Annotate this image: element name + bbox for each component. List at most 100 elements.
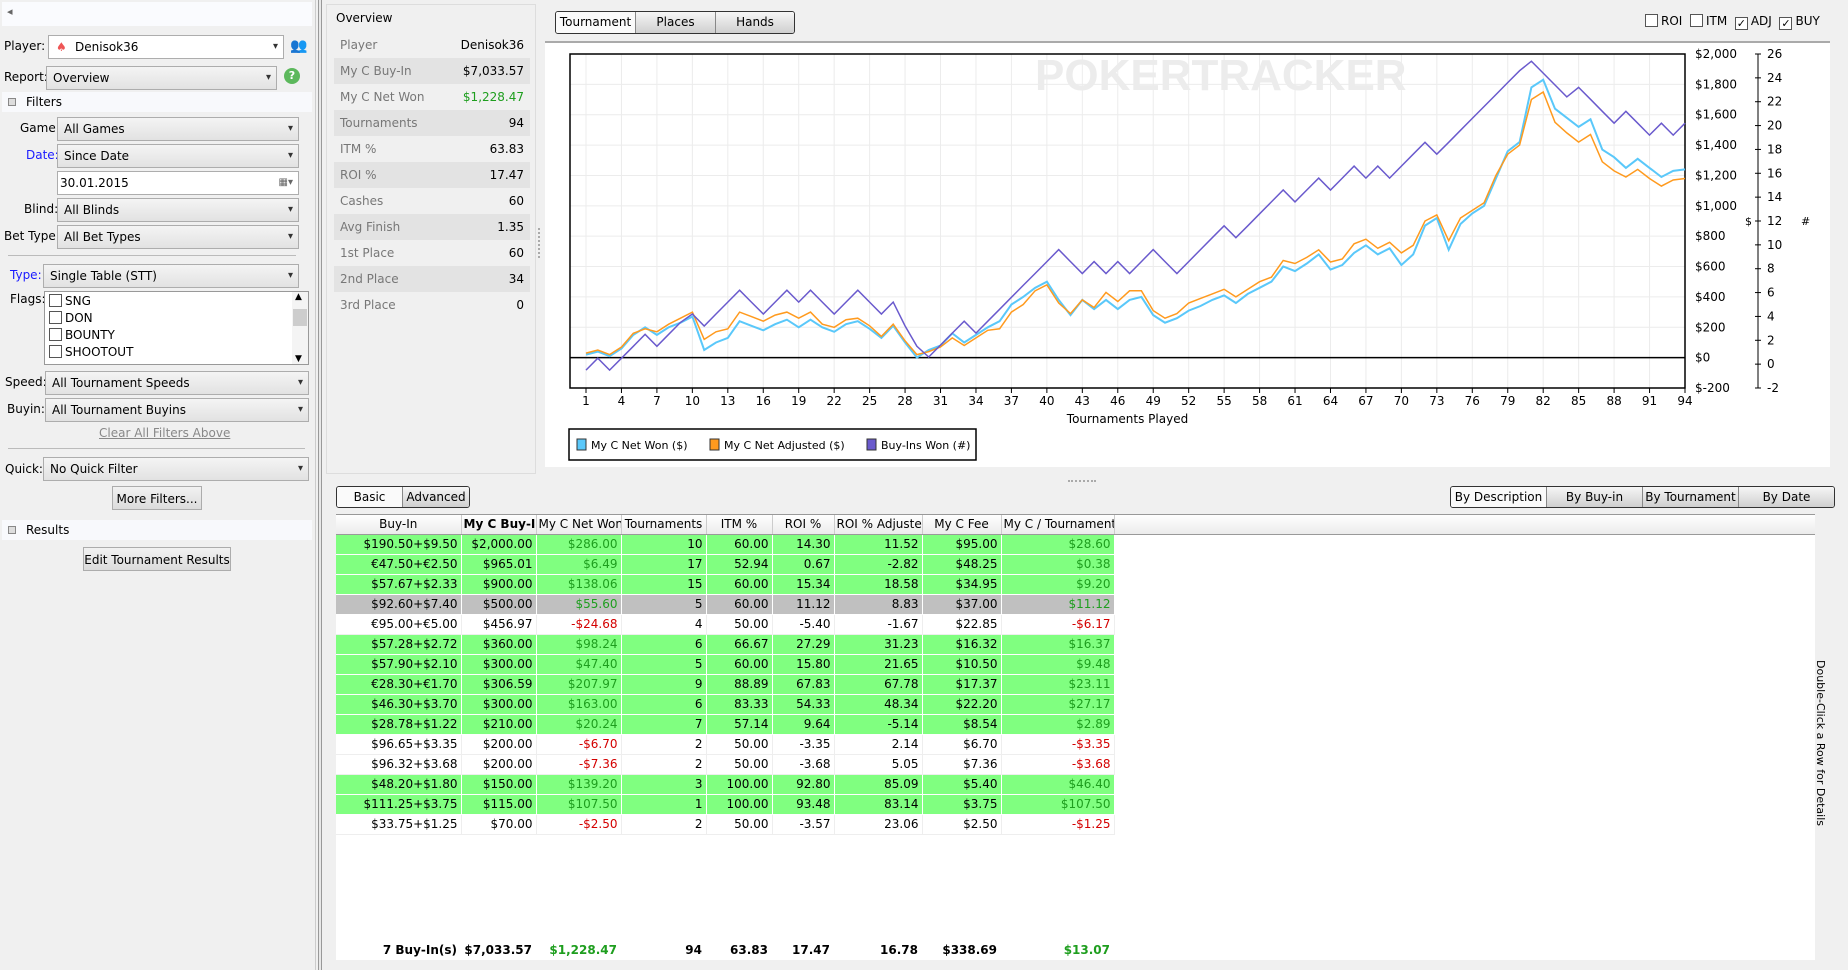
divider (8, 448, 305, 449)
flags-scrollbar[interactable]: ▲ ▼ (292, 292, 308, 364)
table-cell: -2.82 (834, 554, 923, 575)
x-tick-label: 94 (1677, 394, 1692, 408)
table-cell: 50.00 (706, 734, 773, 755)
flags-list[interactable]: SNG DON BOUNTY SHOOTOUT ▲ ▼ (44, 291, 309, 365)
player-select[interactable]: ♠ Denisok36 ▾ (48, 35, 284, 59)
table-row[interactable]: $57.67+$2.33 $900.00 $138.06 15 60.00 15.34 18… (336, 574, 1115, 595)
players-icon[interactable]: 👥 (290, 38, 307, 54)
checkbox[interactable] (49, 328, 62, 341)
tab-by-date[interactable]: By Date (1739, 487, 1834, 507)
more-filters-button[interactable]: More Filters... (112, 486, 202, 510)
table-row[interactable]: $28.78+$1.22 $210.00 $20.24 7 57.14 9.64 -5.14… (336, 714, 1115, 735)
table-row[interactable]: $57.90+$2.10 $300.00 $47.40 5 60.00 15.80 21.6… (336, 654, 1115, 675)
scroll-thumb[interactable] (293, 309, 307, 326)
table-row[interactable]: $46.30+$3.70 $300.00 $163.00 6 83.33 54.33 48.… (336, 694, 1115, 715)
legend-label: Buy-Ins Won (#) (881, 439, 970, 452)
table-cell: 15.80 (772, 654, 835, 675)
calendar-icon[interactable]: ▦▾ (279, 172, 293, 194)
horizontal-splitter-handle[interactable] (1068, 480, 1096, 482)
table-row[interactable]: $190.50+$9.50 $2,000.00 $286.00 10 60.00 14.3… (336, 534, 1115, 555)
collapse-box-icon[interactable] (8, 526, 16, 534)
collapse-box-icon[interactable] (8, 98, 16, 106)
sidebar-collapse-bar[interactable]: ◂ (2, 2, 312, 26)
table-row[interactable]: €95.00+€5.00 $456.97 -$24.68 4 50.00 -5.40 -1.… (336, 614, 1115, 635)
checkbox[interactable] (49, 345, 62, 358)
type-select[interactable]: Single Table (STT) ▾ (43, 264, 299, 288)
column-header[interactable]: ITM % (706, 515, 773, 535)
table-row[interactable]: €28.30+€1.70 $306.59 $207.97 9 88.89 67.83 67.… (336, 674, 1115, 695)
results-section-header[interactable]: Results (2, 520, 312, 540)
table-cell: 23.06 (834, 814, 923, 835)
game-value: All Games (64, 122, 125, 136)
x-tick-label: 22 (827, 394, 842, 408)
checkbox[interactable] (49, 294, 62, 307)
speed-select[interactable]: All Tournament Speeds ▾ (45, 371, 309, 395)
flag-label: SNG (65, 294, 91, 308)
table-row[interactable]: $96.32+$3.68 $200.00 -$7.36 2 50.00 -3.68 5.05… (336, 754, 1115, 775)
blind-select[interactable]: All Blinds ▾ (57, 198, 299, 222)
help-icon[interactable]: ? (284, 68, 300, 84)
scroll-up-icon[interactable]: ▲ (295, 292, 302, 302)
date-input[interactable]: 30.01.2015 ▦▾ (57, 171, 299, 195)
game-select[interactable]: All Games ▾ (57, 117, 299, 141)
overview-row-label: Avg Finish (340, 220, 401, 234)
x-tick-label: 91 (1642, 394, 1657, 408)
table-cell: $300.00 (461, 654, 537, 675)
flag-don[interactable]: DON (49, 311, 93, 325)
report-select[interactable]: Overview ▾ (46, 66, 277, 90)
bettype-select[interactable]: All Bet Types ▾ (57, 225, 299, 249)
flag-sng[interactable]: SNG (49, 294, 91, 308)
table-cell: -$2.50 (536, 814, 622, 835)
collapse-arrow-icon[interactable]: ◂ (7, 5, 13, 18)
quick-filter-select[interactable]: No Quick Filter ▾ (43, 457, 309, 481)
table-cell: $200.00 (461, 754, 537, 775)
table-row[interactable]: $57.28+$2.72 $360.00 $98.24 6 66.67 27.29 31.2… (336, 634, 1115, 655)
table-cell: $11.12 (1001, 594, 1115, 615)
column-header[interactable]: ROI % (772, 515, 835, 535)
table-cell: $17.37 (922, 674, 1002, 695)
table-cell: $456.97 (461, 614, 537, 635)
table-row[interactable]: $111.25+$3.75 $115.00 $107.50 1 100.00 93.48 8… (336, 794, 1115, 815)
column-header[interactable]: My C Net Won (536, 515, 622, 535)
flag-shootout[interactable]: SHOOTOUT (49, 345, 133, 359)
column-header[interactable]: ROI % Adjusted (834, 515, 923, 535)
y-tick-label-dollar: $1,200 (1695, 168, 1737, 182)
checkbox[interactable] (49, 311, 62, 324)
flag-bounty[interactable]: BOUNTY (49, 328, 115, 342)
date-select[interactable]: Since Date ▾ (57, 144, 299, 168)
date-label[interactable]: Date: (26, 148, 59, 162)
table-cell: 2.14 (834, 734, 923, 755)
table-row[interactable]: $33.75+$1.25 $70.00 -$2.50 2 50.00 -3.57 23.06… (336, 814, 1115, 835)
panel-splitter-handle[interactable] (538, 228, 541, 258)
tab-by-description[interactable]: By Description (1451, 487, 1547, 507)
filters-section-header[interactable]: Filters (2, 92, 312, 112)
table-row[interactable]: €47.50+€2.50 $965.01 $6.49 17 52.94 0.67 -2.82… (336, 554, 1115, 575)
scroll-down-icon[interactable]: ▼ (295, 354, 302, 364)
y-tick-label-dollar: $0 (1695, 351, 1710, 365)
table-row[interactable]: $48.20+$1.80 $150.00 $139.20 3 100.00 92.80 85… (336, 774, 1115, 795)
sidebar-splitter[interactable] (318, 0, 322, 970)
table-row[interactable]: $96.65+$3.35 $200.00 -$6.70 2 50.00 -3.35 2.14… (336, 734, 1115, 755)
column-header[interactable]: My C / Tournament (1001, 515, 1115, 535)
column-header[interactable]: My C Buy-In (461, 515, 537, 535)
edit-tournament-results-button[interactable]: Edit Tournament Results (83, 547, 231, 571)
overview-row-value: 60 (508, 194, 524, 208)
column-header[interactable]: Buy-In (336, 515, 462, 535)
tab-by-tournament[interactable]: By Tournament (1643, 487, 1739, 507)
x-tick-label: 73 (1429, 394, 1444, 408)
column-header[interactable]: My C Fee (922, 515, 1002, 535)
column-header[interactable]: Tournaments (621, 515, 707, 535)
y-tick-label-dollar: $800 (1695, 229, 1726, 243)
x-tick-label: 19 (791, 394, 806, 408)
tab-by-buyin[interactable]: By Buy-in (1547, 487, 1643, 507)
table-cell: $2.50 (922, 814, 1002, 835)
table-row[interactable]: $92.60+$7.40 $500.00 $55.60 5 60.00 11.12 8.83… (336, 594, 1115, 615)
tab-advanced[interactable]: Advanced (403, 487, 469, 507)
type-label[interactable]: Type: (10, 268, 42, 282)
tab-basic[interactable]: Basic (337, 487, 403, 507)
y-tick-label-count: 8 (1767, 262, 1775, 276)
buyin-select[interactable]: All Tournament Buyins ▾ (45, 398, 309, 422)
x-tick-label: 25 (862, 394, 877, 408)
clear-filters-link[interactable]: Clear All Filters Above (99, 426, 230, 440)
y-tick-label-count: 6 (1767, 286, 1775, 300)
